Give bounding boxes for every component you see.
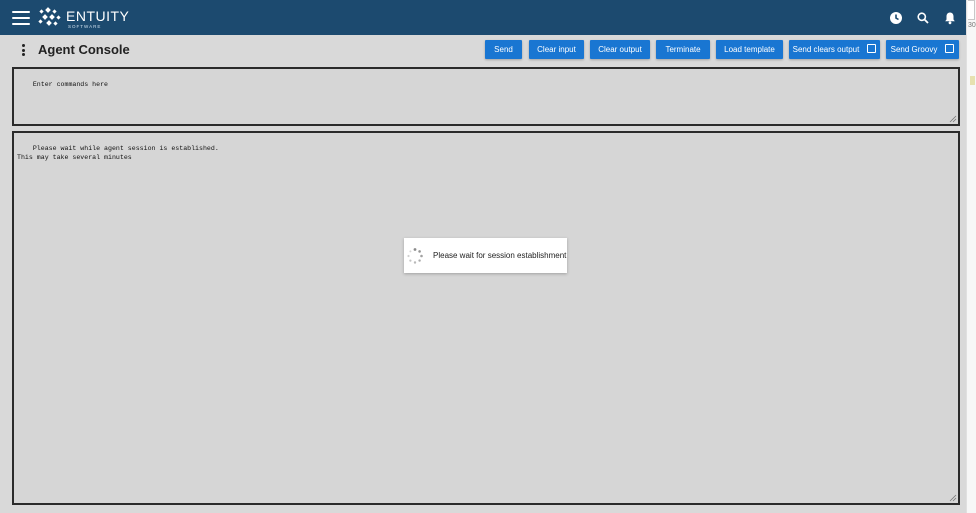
terminate-button[interactable]: Terminate xyxy=(656,40,710,59)
top-bar: ENTUITY SOFTWARE xyxy=(0,0,966,35)
more-options-icon[interactable] xyxy=(22,44,26,56)
logo-mark-icon xyxy=(38,7,61,26)
send-clears-output-label: Send clears output xyxy=(792,45,860,54)
time-icon[interactable] xyxy=(888,10,904,26)
brand-subtitle: SOFTWARE xyxy=(68,24,102,29)
loading-message: Please wait for session establishment xyxy=(433,251,567,260)
console-output-text: Please wait while agent session is estab… xyxy=(17,145,219,161)
edge-frame xyxy=(968,0,975,20)
clear-output-button[interactable]: Clear output xyxy=(590,40,650,59)
console-output[interactable]: Please wait while agent session is estab… xyxy=(12,131,960,505)
send-button[interactable]: Send xyxy=(485,40,522,59)
resize-handle-icon[interactable] xyxy=(949,494,957,502)
send-groovy-checkbox[interactable] xyxy=(945,44,955,54)
loading-spinner-icon xyxy=(407,248,423,264)
bell-icon[interactable] xyxy=(942,10,958,26)
adjacent-window-edge: 30 xyxy=(966,0,976,513)
send-groovy-toggle[interactable]: Send Groovy xyxy=(886,40,959,59)
page-title: Agent Console xyxy=(38,42,130,57)
session-loading-dialog: Please wait for session establishment xyxy=(404,238,567,273)
command-input[interactable]: Enter commands here xyxy=(12,67,960,126)
load-template-button[interactable]: Load template xyxy=(716,40,783,59)
send-clears-output-checkbox[interactable] xyxy=(867,44,877,54)
resize-handle-icon[interactable] xyxy=(949,115,957,123)
send-groovy-label: Send Groovy xyxy=(890,45,938,54)
command-input-placeholder: Enter commands here xyxy=(32,81,109,88)
clear-input-button[interactable]: Clear input xyxy=(529,40,584,59)
send-clears-output-toggle[interactable]: Send clears output xyxy=(789,40,880,59)
edge-highlight xyxy=(970,76,975,85)
search-icon[interactable] xyxy=(915,10,931,26)
console-header: Agent Console Send Clear input Clear out… xyxy=(0,35,966,65)
brand-name: ENTUITY xyxy=(66,8,130,24)
hamburger-menu-icon[interactable] xyxy=(12,11,30,25)
edge-text: 30 xyxy=(968,22,976,29)
agent-console-panel: Agent Console Send Clear input Clear out… xyxy=(0,35,966,513)
